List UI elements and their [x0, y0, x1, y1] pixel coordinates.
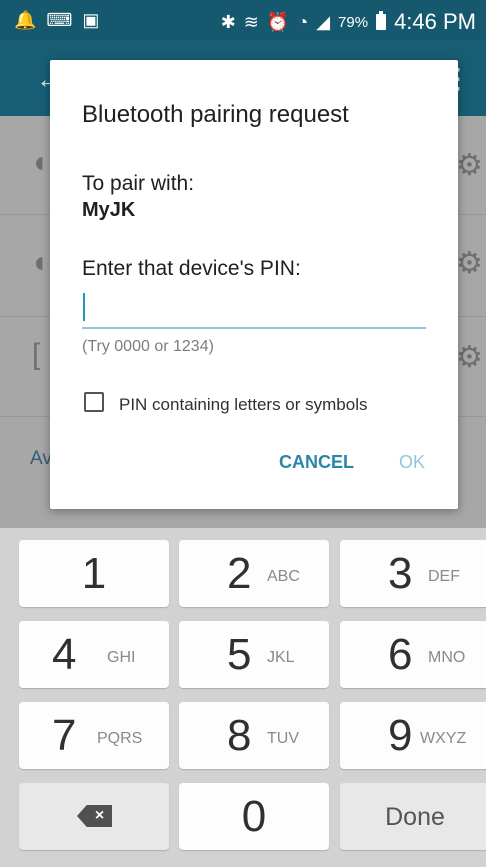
keyboard-icon: ⌨: [46, 10, 73, 30]
gear-icon: ⚙: [456, 247, 483, 280]
dialog-title: Bluetooth pairing request: [82, 101, 349, 128]
headphones-icon: ◖: [30, 146, 49, 179]
key-number: 7: [52, 711, 77, 760]
key-6[interactable]: 6 MNO: [340, 621, 486, 688]
key-5[interactable]: 5 JKL: [179, 621, 329, 688]
battery-percent: 79%: [338, 13, 369, 31]
pin-letters-checkbox-label[interactable]: PIN containing letters or symbols: [119, 395, 368, 415]
available-devices-label: Av: [30, 448, 52, 469]
pin-letters-checkbox[interactable]: [84, 392, 104, 412]
key-letters: WXYZ: [420, 730, 467, 747]
ok-button[interactable]: OK: [399, 452, 425, 473]
headphones-icon: ◖: [30, 246, 49, 279]
key-letters: PQRS: [97, 730, 143, 747]
backspace-key[interactable]: ×: [19, 783, 169, 850]
status-right-icons: ✱ ≋ ⏰ ◔ ◢ 79% 4:46 PM: [221, 9, 476, 35]
key-letters: ABC: [267, 568, 300, 585]
alarm-icon: ⏰: [266, 12, 290, 32]
bluetooth-pairing-dialog: Bluetooth pairing request To pair with: …: [50, 60, 458, 509]
key-9[interactable]: 9 WXYZ: [340, 702, 486, 769]
key-number: 5: [227, 630, 252, 679]
key-4[interactable]: 4 GHI: [19, 621, 169, 688]
key-number: 9: [388, 711, 413, 760]
pair-with-label: To pair with:: [82, 172, 195, 195]
status-left-icons: 🔔 ⌨ ▣: [14, 10, 99, 30]
battery-icon: [376, 11, 387, 30]
clock: 4:46 PM: [394, 9, 476, 34]
pin-prompt: Enter that device's PIN:: [82, 257, 301, 280]
key-7[interactable]: 7 PQRS: [19, 702, 169, 769]
key-8[interactable]: 8 TUV: [179, 702, 329, 769]
cancel-button[interactable]: CANCEL: [279, 452, 354, 473]
key-number: 0: [241, 792, 267, 841]
key-number: 2: [227, 549, 252, 598]
key-number: 8: [227, 711, 252, 760]
wifi-icon: ◔: [297, 12, 309, 32]
bluetooth-icon: ✱: [220, 12, 236, 32]
key-1[interactable]: 1: [19, 540, 169, 607]
key-2[interactable]: 2 ABC: [179, 540, 329, 607]
text-cursor: [83, 293, 85, 321]
key-letters: JKL: [267, 649, 295, 666]
gear-icon: ⚙: [456, 149, 483, 182]
key-0[interactable]: 0: [179, 783, 329, 850]
notification-bell-icon: 🔔: [14, 10, 37, 30]
backspace-x-icon: ×: [94, 807, 105, 824]
pin-input[interactable]: [82, 289, 426, 329]
key-letters: MNO: [428, 649, 466, 666]
key-letters: DEF: [428, 568, 460, 585]
done-key[interactable]: Done: [340, 783, 486, 850]
status-bar: 🔔 ⌨ ▣ ✱ ≋ ⏰ ◔ ◢ 79% 4:46 PM: [0, 0, 486, 40]
key-number: 4: [52, 630, 77, 679]
key-letters: TUV: [267, 730, 299, 747]
numeric-keyboard: 1 2 ABC 3 DEF 4 GHI 5 JKL 6 MNO 7 PQRS 8…: [0, 528, 486, 867]
image-icon: ▣: [82, 10, 100, 30]
signal-icon: ◢: [316, 12, 331, 32]
key-number: 1: [81, 549, 107, 598]
done-label: Done: [385, 803, 445, 831]
key-3[interactable]: 3 DEF: [340, 540, 486, 607]
device-name: MyJK: [82, 199, 136, 221]
pin-hint: (Try 0000 or 1234): [82, 338, 214, 355]
gear-icon: ⚙: [456, 341, 483, 374]
vibrate-icon: ≋: [243, 12, 259, 32]
key-number: 3: [388, 549, 413, 598]
device-icon: [: [32, 338, 41, 371]
key-number: 6: [388, 630, 413, 679]
key-letters: GHI: [107, 649, 136, 666]
